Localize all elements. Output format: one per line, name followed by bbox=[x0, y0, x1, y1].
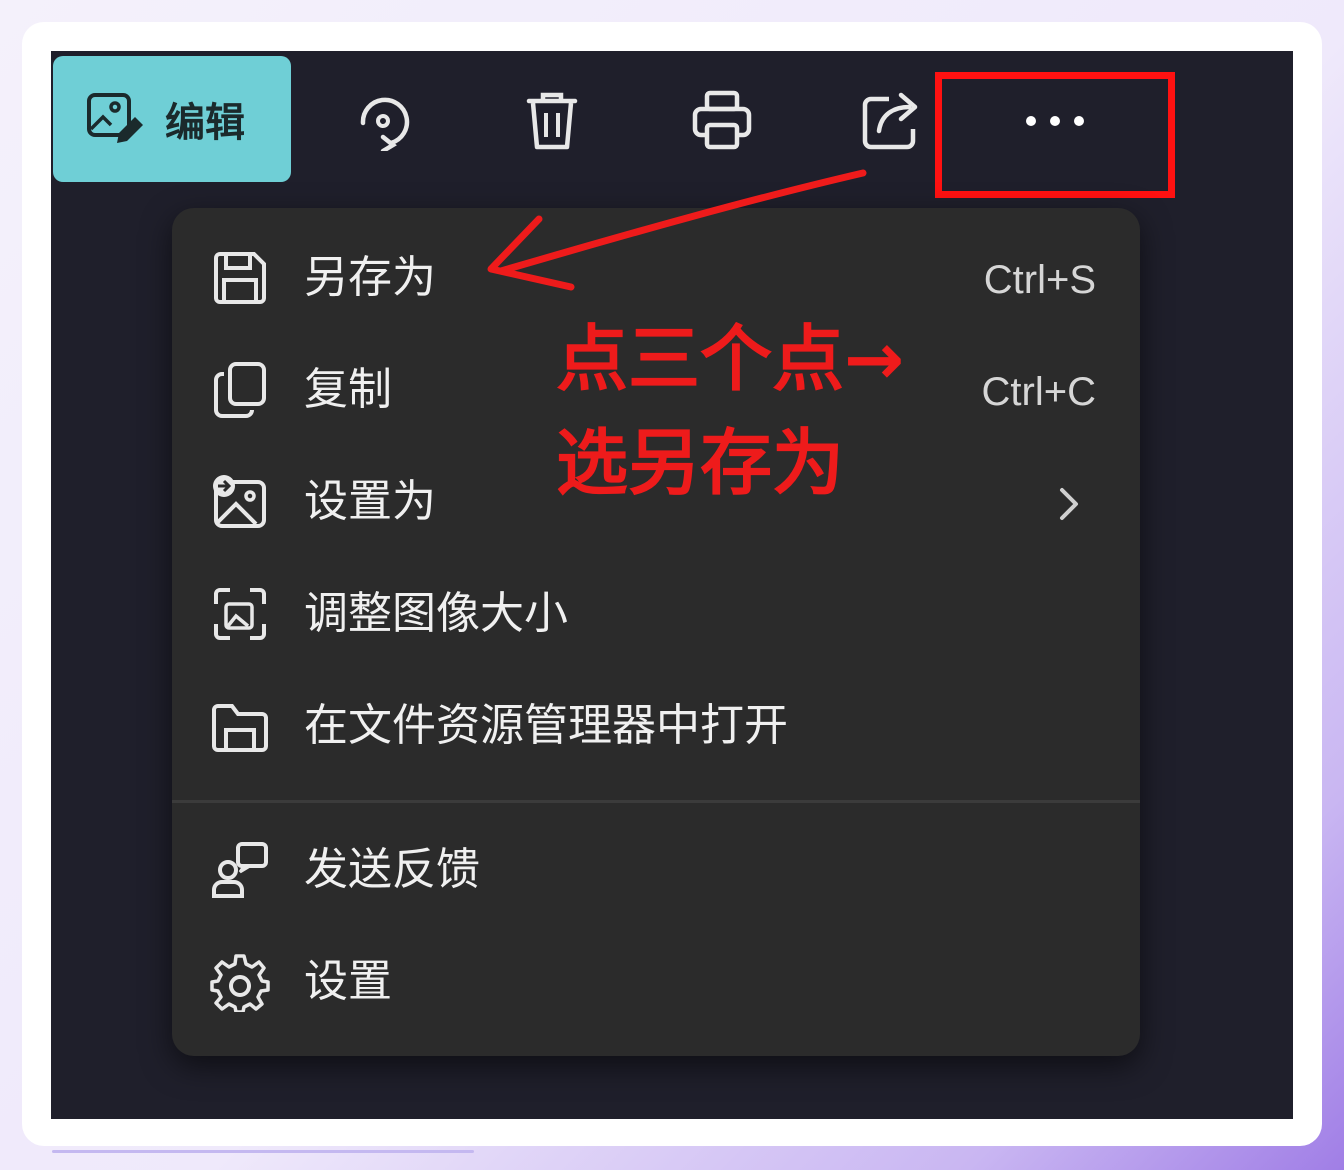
edit-button-label: 编辑 bbox=[165, 100, 245, 146]
gear-icon bbox=[210, 954, 270, 1012]
print-icon[interactable] bbox=[691, 89, 753, 151]
rotate-icon[interactable] bbox=[351, 89, 413, 151]
decorative-underline bbox=[52, 1150, 474, 1153]
photos-app-screen: 编辑 另存为 Ctrl+S 复制 Ctrl+C 设置为 调整图像大小 在文件资源… bbox=[51, 51, 1293, 1119]
menu-item-resize-image[interactable]: 调整图像大小 bbox=[172, 558, 1140, 670]
menu-item-label: 在文件资源管理器中打开 bbox=[304, 700, 788, 751]
chevron-right-icon bbox=[1060, 488, 1078, 520]
folder-icon bbox=[212, 704, 268, 752]
toolbar: 编辑 bbox=[51, 51, 1293, 198]
menu-separator bbox=[172, 800, 1140, 803]
copy-icon bbox=[214, 362, 266, 418]
highlight-box bbox=[935, 72, 1175, 198]
menu-item-label: 设置 bbox=[304, 956, 392, 1007]
menu-item-open-in-explorer[interactable]: 在文件资源管理器中打开 bbox=[172, 670, 1140, 782]
edit-image-icon bbox=[87, 93, 143, 143]
edit-button[interactable]: 编辑 bbox=[53, 56, 291, 182]
menu-item-shortcut: Ctrl+C bbox=[981, 370, 1096, 414]
annotation-line-2: 选另存为 bbox=[556, 421, 845, 505]
feedback-icon bbox=[212, 842, 268, 898]
annotation-line-1: 点三个点→ bbox=[556, 317, 905, 401]
menu-item-settings[interactable]: 设置 bbox=[172, 926, 1140, 1038]
menu-item-label: 调整图像大小 bbox=[304, 588, 568, 639]
menu-item-label: 复制 bbox=[304, 364, 392, 415]
save-icon bbox=[214, 252, 266, 304]
resize-icon bbox=[214, 588, 266, 640]
menu-item-send-feedback[interactable]: 发送反馈 bbox=[172, 814, 1140, 926]
menu-item-label: 另存为 bbox=[304, 252, 436, 303]
set-as-icon bbox=[213, 475, 266, 528]
menu-item-label: 发送反馈 bbox=[304, 844, 480, 895]
menu-item-label: 设置为 bbox=[304, 476, 436, 527]
share-icon[interactable] bbox=[861, 89, 923, 151]
menu-item-shortcut: Ctrl+S bbox=[983, 258, 1096, 302]
context-menu: 另存为 Ctrl+S 复制 Ctrl+C 设置为 调整图像大小 在文件资源管理器… bbox=[172, 208, 1140, 1056]
delete-icon[interactable] bbox=[521, 89, 583, 151]
